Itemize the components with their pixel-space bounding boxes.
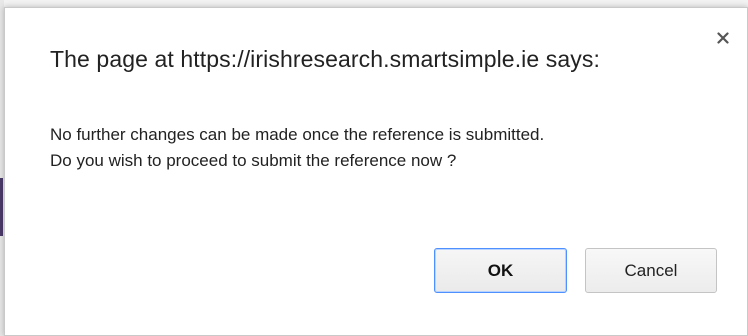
dialog-message-line: Do you wish to proceed to submit the ref… — [50, 151, 457, 170]
cancel-button[interactable]: Cancel — [585, 248, 717, 293]
close-icon — [717, 32, 729, 44]
ok-button[interactable]: OK — [434, 248, 567, 293]
close-button[interactable] — [713, 28, 733, 48]
alert-dialog: The page at https://irishresearch.smarts… — [4, 7, 748, 336]
dialog-message: No further changes can be made once the … — [50, 122, 544, 174]
dialog-message-line: No further changes can be made once the … — [50, 125, 545, 144]
background-page-mark — [0, 178, 3, 236]
dialog-title: The page at https://irishresearch.smarts… — [50, 46, 600, 72]
